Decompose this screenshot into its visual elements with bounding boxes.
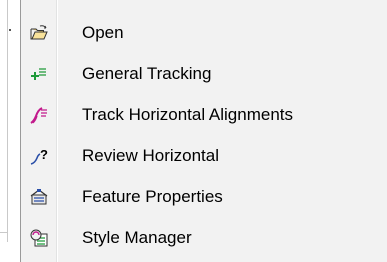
menu-item-label: Open: [82, 23, 124, 42]
menu-item-track-horizontal-alignments[interactable]: Track Horizontal Alignments: [21, 97, 387, 133]
menu-item-review-horizontal[interactable]: ? Review Horizontal: [21, 138, 387, 174]
menu-item-style-manager[interactable]: Style Manager: [21, 220, 387, 256]
open-folder-icon: [30, 24, 48, 42]
menu-item-label: Track Horizontal Alignments: [82, 105, 294, 124]
menu-item-label: Review Horizontal: [82, 146, 219, 165]
menu-item-label: Style Manager: [82, 228, 192, 247]
feature-properties-icon: [30, 188, 48, 206]
background-window-edge: [0, 0, 20, 262]
menu-item-label: General Tracking: [82, 64, 212, 83]
menu-item-feature-properties[interactable]: Feature Properties: [21, 179, 387, 215]
menu-item-general-tracking[interactable]: General Tracking: [21, 56, 387, 92]
menu-item-open[interactable]: Open: [21, 15, 387, 51]
svg-text:?: ?: [40, 147, 48, 162]
review-horizontal-icon: ?: [30, 147, 48, 165]
general-tracking-icon: [30, 65, 48, 83]
menu-item-label: Feature Properties: [82, 187, 223, 206]
window-edge-mark: [9, 29, 11, 31]
screenshot-stage: Open General Tracking Track Horizontal A…: [0, 0, 387, 262]
style-manager-icon: [30, 229, 48, 247]
window-edge-corner: [0, 232, 8, 233]
context-menu: Open General Tracking Track Horizontal A…: [20, 0, 387, 262]
window-edge-line: [7, 0, 8, 242]
track-horizontal-icon: [30, 106, 48, 124]
